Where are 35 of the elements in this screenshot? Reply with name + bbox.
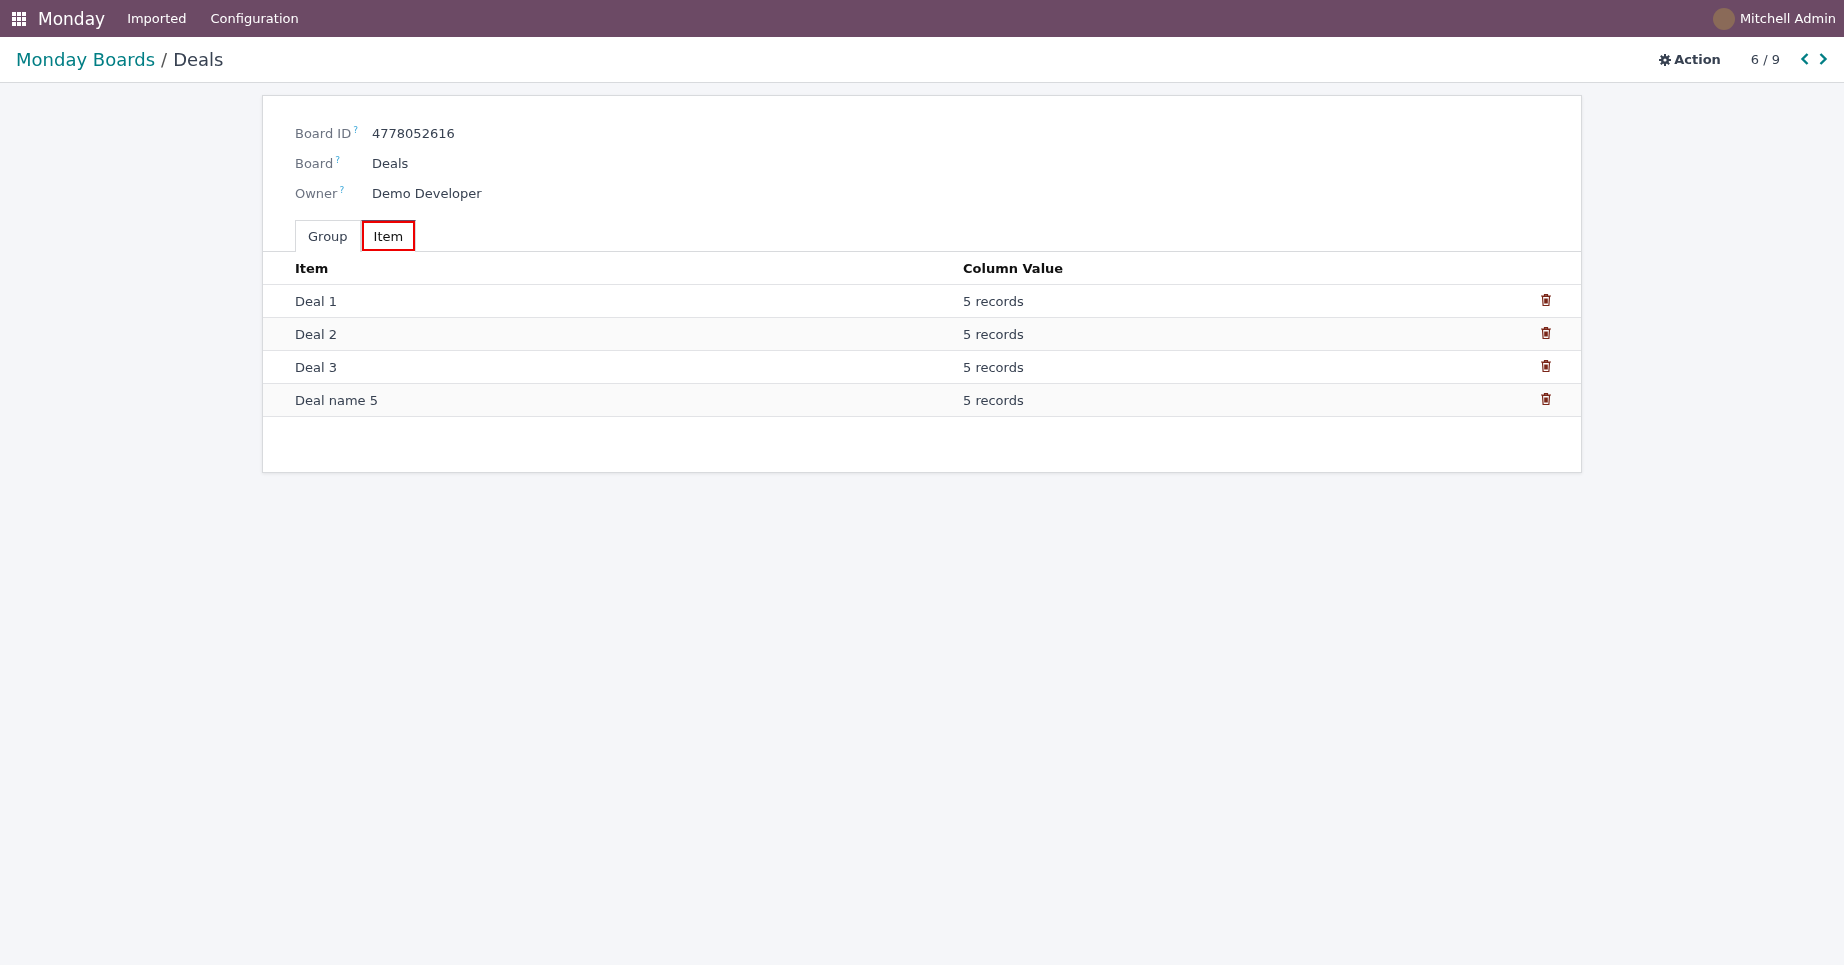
pager-value: 6 / 9: [1750, 52, 1780, 67]
tab[interactable]: Group: [295, 220, 361, 252]
app-title[interactable]: Monday: [38, 8, 106, 29]
breadcrumb-link[interactable]: Monday Boards: [16, 49, 156, 70]
chevron-left-icon: [1800, 53, 1810, 65]
table-cell: 5 records: [963, 383, 1509, 417]
trash-icon[interactable]: [1541, 326, 1551, 339]
field-value: Deals: [372, 155, 409, 171]
field-label: Board$^{?}$: [295, 154, 341, 172]
table-cell: Deal 3: [263, 350, 963, 384]
trash-icon[interactable]: [1541, 392, 1551, 405]
breadcrumb-current: Deals: [173, 49, 224, 70]
action-button[interactable]: Action: [1659, 52, 1721, 67]
table-cell: Deal 2: [263, 317, 963, 351]
breadcrumb-separator: /: [161, 49, 168, 70]
field-label: Owner$^{?}$: [295, 184, 346, 202]
table-cell: 5 records: [963, 284, 1509, 318]
trash-icon[interactable]: [1541, 359, 1551, 372]
table-cell: Deal 1: [263, 284, 963, 318]
table-cell: Deal name 5: [263, 383, 963, 417]
tab[interactable]: Item: [360, 220, 417, 252]
table-cell: 5 records: [963, 317, 1509, 351]
gear-icon: [1659, 53, 1672, 66]
chevron-right-icon: [1818, 53, 1828, 65]
field-value: Demo Developer: [372, 185, 482, 201]
column-header: Column Value: [963, 252, 1509, 285]
field-label: Board ID$^{?}$: [295, 124, 359, 142]
menu-item[interactable]: Imported: [127, 11, 187, 26]
user-name[interactable]: Mitchell Admin: [1739, 11, 1836, 26]
field-value: 4778052616: [372, 125, 455, 141]
column-header: Item: [263, 252, 963, 285]
trash-icon[interactable]: [1541, 293, 1551, 306]
table-cell: 5 records: [963, 350, 1509, 384]
apps-menu-icon[interactable]: [12, 11, 26, 26]
menu-item[interactable]: Configuration: [210, 11, 299, 26]
